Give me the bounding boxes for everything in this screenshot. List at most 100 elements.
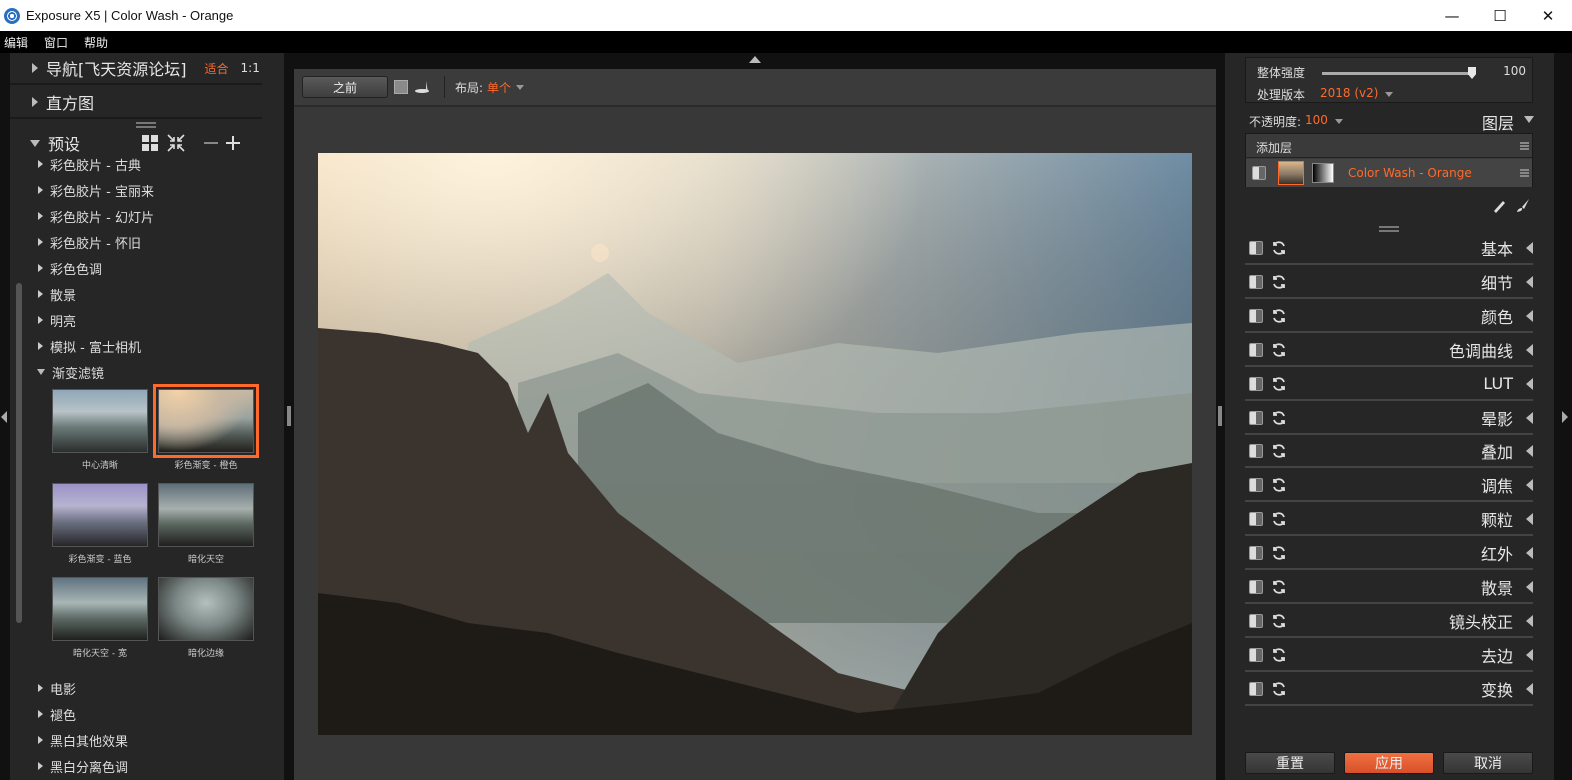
top-panel-toggle-icon[interactable] [749,56,761,63]
layer-row[interactable]: Color Wash - Orange [1246,159,1532,187]
menu-edit[interactable]: 编辑 [0,34,34,51]
remove-preset-icon[interactable] [203,135,219,151]
panel-lut[interactable]: LUT [1245,369,1533,401]
panel-reset-icon[interactable] [1271,681,1287,697]
histogram-header[interactable]: 直方图 [10,87,262,119]
expand-arrow-icon[interactable] [1526,309,1533,322]
expand-arrow-icon[interactable] [1526,682,1533,695]
expand-arrow-icon[interactable] [1526,614,1533,627]
chevron-down-icon[interactable] [1385,92,1393,97]
one-to-one-button[interactable]: 1:1 [241,61,260,75]
preset-thumbnail-selected[interactable]: 彩色渐变 - 橙色 [153,384,259,483]
panel-bokeh[interactable]: 散景 [1245,572,1533,604]
panel-detail[interactable]: 细节 [1245,267,1533,299]
preset-category[interactable]: 黑白其他效果 [10,727,262,753]
preset-thumbnail[interactable]: 暗化天空 [158,483,254,577]
grid-view-icon[interactable] [142,135,159,151]
preset-category[interactable]: 模拟 - 富士相机 [10,333,262,359]
preset-category[interactable]: 明亮 [10,307,262,333]
preset-category[interactable]: 电影 [10,675,262,701]
overall-strength-slider[interactable] [1322,67,1476,79]
panel-reset-icon[interactable] [1271,613,1287,629]
paint-brush-icon[interactable] [1515,198,1531,214]
left-panel-collapse-icon[interactable] [1,411,7,423]
panel-reset-icon[interactable] [1271,477,1287,493]
preset-category[interactable]: 彩色胶片 - 古典 [10,151,262,177]
layers-collapse-icon[interactable] [1524,116,1534,123]
panel-enable-toggle-icon[interactable] [1249,681,1263,696]
expand-arrow-icon[interactable] [1526,479,1533,492]
panel-reset-icon[interactable] [1271,579,1287,595]
preset-thumbnail[interactable]: 彩色渐变 - 蓝色 [52,483,148,577]
panel-enable-toggle-icon[interactable] [1249,580,1263,594]
preset-category-expanded[interactable]: 渐变滤镜 [10,359,262,385]
panel-enable-toggle-icon[interactable] [1249,444,1263,459]
panel-reset-icon[interactable] [1271,274,1287,290]
expand-arrow-icon[interactable] [1526,445,1533,458]
chevron-down-icon[interactable] [516,84,525,90]
slider-handle[interactable] [1468,67,1476,79]
preset-category[interactable]: 彩色胶片 - 幻灯片 [10,203,262,229]
layer-mask-thumbnail[interactable] [1312,163,1334,183]
menu-icon[interactable] [1520,169,1529,177]
compare-split-icon[interactable] [414,80,430,94]
panel-defringe[interactable]: 去边 [1245,640,1533,672]
panel-enable-toggle-icon[interactable] [1249,410,1263,425]
panel-reset-icon[interactable] [1271,647,1287,663]
maximize-button[interactable]: ☐ [1476,0,1524,31]
panel-tone-curve[interactable]: 色调曲线 [1245,335,1533,367]
preset-category[interactable]: 彩色胶片 - 怀旧 [10,229,262,255]
navigator-header[interactable]: 导航[飞天资源论坛] 适合 1:1 [10,53,262,85]
right-panel-collapse-icon[interactable] [1562,411,1568,423]
panel-reset-icon[interactable] [1271,240,1287,256]
panel-lens-correction[interactable]: 镜头校正 [1245,606,1533,638]
panel-enable-toggle-icon[interactable] [1249,478,1263,493]
panel-reset-icon[interactable] [1271,545,1287,561]
panel-transform[interactable]: 变换 [1245,674,1533,706]
expand-arrow-icon[interactable] [1526,648,1533,661]
panel-reset-icon[interactable] [1271,410,1287,426]
expand-arrow-icon[interactable] [1526,411,1533,424]
panel-basic[interactable]: 基本 [1245,233,1533,265]
opacity-dropdown[interactable]: 100 [1305,113,1328,127]
panel-reset-icon[interactable] [1271,376,1287,392]
panel-enable-toggle-icon[interactable] [1249,613,1263,628]
panel-enable-toggle-icon[interactable] [1249,376,1263,391]
chevron-down-icon[interactable] [1335,119,1343,124]
panel-resize-grip-icon[interactable] [1379,226,1399,232]
close-button[interactable]: ✕ [1524,0,1572,31]
cancel-button[interactable]: 取消 [1443,752,1533,774]
expand-arrow-icon[interactable] [1526,377,1533,390]
panel-reset-icon[interactable] [1271,443,1287,459]
panel-focus[interactable]: 调焦 [1245,470,1533,503]
preset-thumbnail[interactable]: 中心清晰 [52,389,148,483]
panel-enable-toggle-icon[interactable] [1249,546,1263,561]
preset-category[interactable]: 散景 [10,281,262,307]
panel-vignette[interactable]: 晕影 [1245,403,1533,435]
panel-resize-grip-icon[interactable] [136,122,156,128]
eraser-brush-icon[interactable] [1491,198,1507,214]
panel-overlay[interactable]: 叠加 [1245,436,1533,469]
panel-enable-toggle-icon[interactable] [1249,512,1263,527]
apply-button[interactable]: 应用 [1344,752,1434,774]
add-preset-icon[interactable] [225,135,241,151]
panel-grain[interactable]: 颗粒 [1245,504,1533,537]
layout-dropdown[interactable]: 单个 [487,79,511,96]
photo-preview[interactable] [318,153,1192,735]
panel-enable-toggle-icon[interactable] [1249,342,1263,357]
panel-color[interactable]: 颜色 [1245,301,1533,333]
process-version-dropdown[interactable]: 2018 (v2) [1320,86,1378,100]
expand-arrow-icon[interactable] [1526,242,1533,254]
minimize-button[interactable]: — [1428,0,1476,31]
menu-window[interactable]: 窗口 [40,34,74,51]
collapse-all-icon[interactable] [167,134,185,152]
panel-enable-toggle-icon[interactable] [1249,274,1263,289]
preset-thumbnail[interactable]: 暗化天空 - 宽 [52,577,148,671]
layer-visibility-icon[interactable] [1252,166,1266,180]
expand-arrow-icon[interactable] [1526,343,1533,356]
panel-reset-icon[interactable] [1271,308,1287,324]
layer-thumbnail[interactable] [1278,161,1304,185]
left-splitter-grip[interactable] [287,406,291,426]
add-layer-row[interactable]: 添加层 [1246,134,1532,158]
expand-arrow-icon[interactable] [1526,581,1533,593]
